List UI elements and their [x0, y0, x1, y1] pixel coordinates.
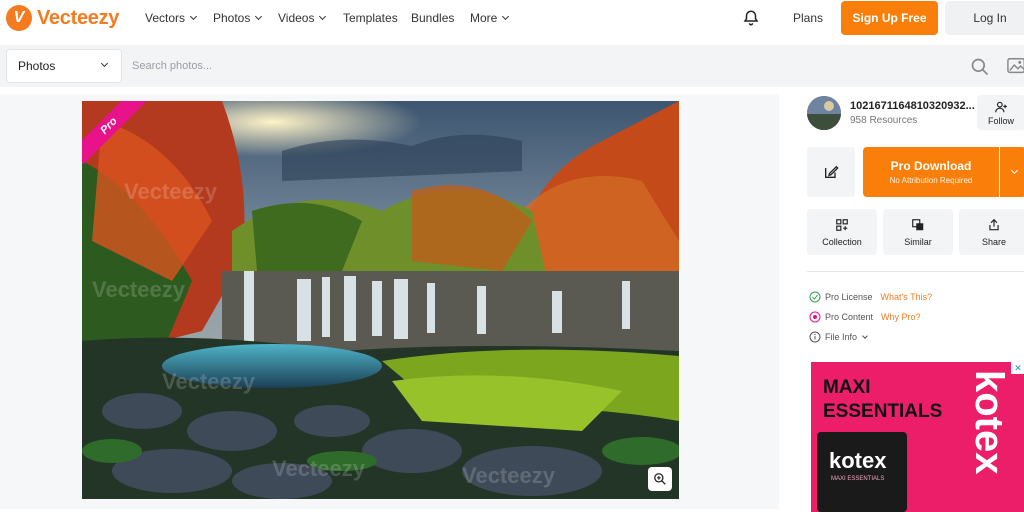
watermark-text: Vecteezy — [462, 463, 555, 488]
add-user-icon — [995, 101, 1007, 112]
download-options-button[interactable] — [1000, 147, 1024, 197]
watermark-text: Vecteezy — [272, 456, 365, 481]
chevron-down-icon — [1010, 166, 1018, 175]
nav-more[interactable]: More — [470, 11, 510, 25]
nav-templates-label: Templates — [343, 11, 398, 25]
file-info-toggle[interactable]: File Info — [809, 331, 868, 343]
vecteezy-logo[interactable]: V Vecteezy — [6, 4, 119, 32]
sign-up-button[interactable]: Sign Up Free — [841, 1, 938, 35]
search-input[interactable] — [124, 49, 964, 83]
search-icon[interactable] — [970, 57, 990, 77]
similar-icon — [912, 218, 924, 230]
author-name[interactable]: 1021671164810320932... — [850, 100, 975, 112]
download-sublabel: No Attribution Required — [889, 176, 973, 185]
ad-product-pack: kotex MAXI ESSENTIALS — [817, 432, 907, 512]
edit-button[interactable] — [807, 147, 855, 197]
watermark-text: Vecteezy — [162, 369, 255, 394]
pro-download-button[interactable]: Pro Download No Attribution Required — [863, 147, 999, 197]
ad-pack-logo: kotex — [829, 448, 887, 473]
nav-vectors-label: Vectors — [145, 11, 186, 25]
chevron-down-icon — [100, 59, 109, 68]
nav-more-label: More — [470, 11, 498, 25]
ad-close-icon[interactable]: ✕ — [1011, 362, 1024, 374]
nav-vectors[interactable]: Vectors — [145, 11, 198, 25]
image-search-icon[interactable] — [1006, 56, 1024, 76]
zoom-in-icon — [654, 473, 666, 485]
similar-label: Similar — [904, 236, 932, 247]
follow-button[interactable]: Follow — [977, 95, 1024, 130]
collection-icon — [836, 218, 848, 231]
chevron-down-icon — [502, 12, 510, 21]
search-type-label: Photos — [18, 59, 56, 73]
search-bar: Photos — [0, 45, 1024, 87]
watermark-text: Vecteezy — [92, 277, 185, 302]
chevron-down-icon — [319, 12, 327, 21]
log-in-button[interactable]: Log In — [945, 1, 1024, 35]
collection-label: Collection — [822, 236, 862, 247]
chevron-down-icon — [862, 332, 868, 339]
avatar-image — [807, 96, 841, 130]
chevron-down-icon — [255, 12, 263, 21]
logo-icon: V — [6, 5, 32, 31]
whats-this-link[interactable]: What's This? — [881, 292, 933, 302]
author-resources: 958 Resources — [850, 115, 918, 126]
collection-button[interactable]: Collection — [807, 209, 877, 255]
detail-panel: 1021671164810320932... 958 Resources Fol… — [779, 94, 1024, 512]
nav-photos-label: Photos — [213, 11, 251, 25]
search-type-select[interactable]: Photos — [6, 49, 122, 83]
file-info-label: File Info — [825, 332, 858, 342]
ad-headline: MAXI ESSENTIALS — [823, 376, 942, 424]
ad-headline-line1: MAXI — [823, 377, 871, 398]
nav-plans[interactable]: Plans — [793, 11, 823, 25]
why-pro-link[interactable]: Why Pro? — [881, 312, 921, 322]
nav-templates[interactable]: Templates — [343, 11, 398, 25]
preview-photo[interactable]: Vecteezy Vecteezy Vecteezy Vecteezy Vect… — [82, 101, 679, 499]
ad-pack-sub: MAXI ESSENTIALS — [831, 476, 885, 482]
similar-button[interactable]: Similar — [883, 209, 953, 255]
info-icon — [809, 331, 821, 343]
ad-headline-line2: ESSENTIALS — [823, 401, 943, 422]
follow-label: Follow — [987, 115, 1014, 126]
pro-content-row: Pro Content Why Pro? — [809, 311, 921, 323]
pro-license-label: Pro License — [825, 292, 873, 302]
download-label: Pro Download — [890, 159, 972, 173]
nav-bundles[interactable]: Bundles — [411, 11, 454, 25]
bell-icon[interactable] — [742, 9, 760, 27]
pro-content-label: Pro Content — [825, 312, 874, 322]
advertisement[interactable]: MAXI ESSENTIALS kotex kotex MAXI ESSENTI… — [811, 362, 1024, 512]
edit-icon — [825, 165, 839, 178]
share-button[interactable]: Share — [959, 209, 1024, 255]
chevron-down-icon — [189, 12, 198, 21]
author-avatar[interactable] — [807, 96, 841, 130]
pro-license-row: Pro License What's This? — [809, 291, 932, 303]
share-icon — [989, 218, 999, 230]
pro-content-icon — [809, 311, 821, 323]
top-nav: V Vecteezy Vectors Photos Videos Templat… — [0, 0, 1024, 36]
nav-videos[interactable]: Videos — [278, 11, 327, 25]
nav-bundles-label: Bundles — [411, 11, 455, 25]
share-label: Share — [981, 236, 1007, 247]
nav-videos-label: Videos — [278, 11, 315, 25]
ad-brand-text: kotex — [967, 370, 1011, 475]
watermark-text: Vecteezy — [124, 179, 217, 204]
divider — [807, 271, 1024, 272]
zoom-button[interactable] — [648, 467, 672, 491]
nav-photos[interactable]: Photos — [213, 11, 263, 25]
check-circle-icon — [809, 291, 821, 303]
logo-text: Vecteezy — [37, 6, 120, 29]
